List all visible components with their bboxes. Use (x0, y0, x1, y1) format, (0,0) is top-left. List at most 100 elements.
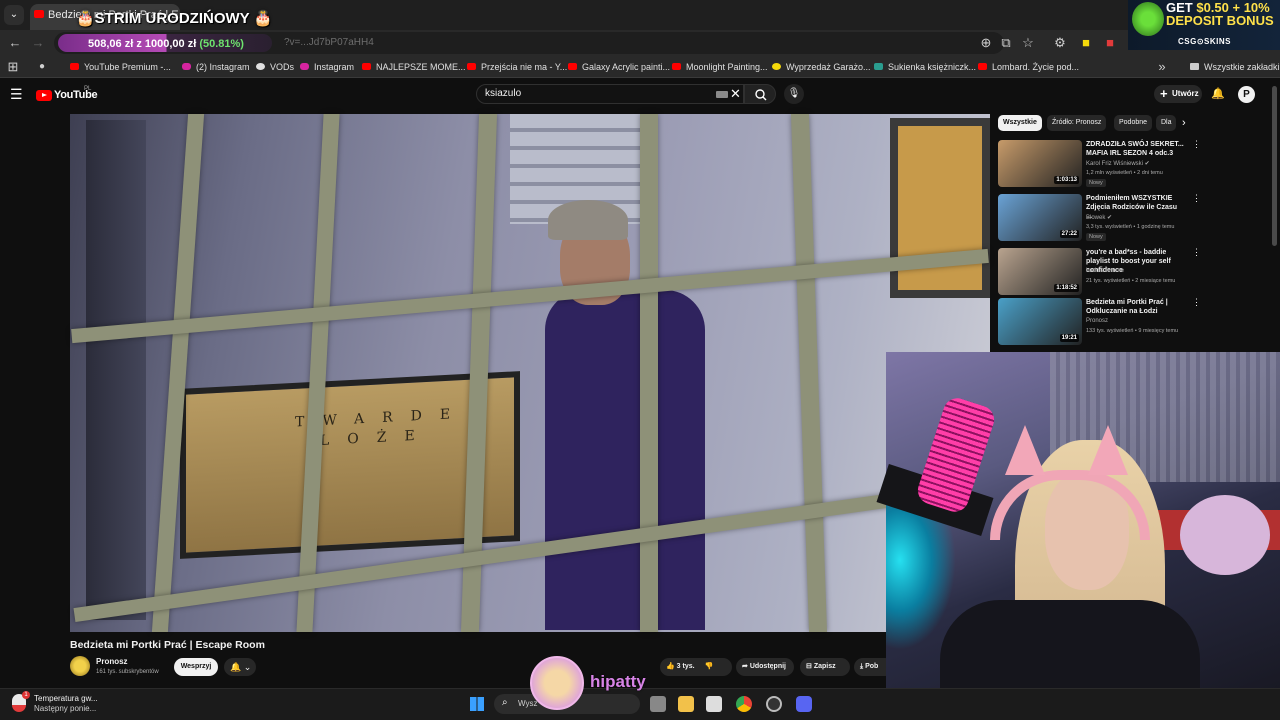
like-dislike-group[interactable]: 👍 3 tys. 👎 (660, 658, 732, 676)
video-cell-bars (70, 114, 990, 632)
taskbar-search-icon: ⌕ (502, 697, 508, 708)
filter-chip[interactable]: Dla (1156, 115, 1176, 131)
youtube-icon (672, 63, 681, 70)
bookmark-star-icon[interactable]: ☆ (1018, 30, 1038, 56)
zoom-icon[interactable]: ⊕ (976, 30, 996, 56)
bookmark-item[interactable]: (2) Instagram (182, 56, 250, 78)
video-thumbnail[interactable]: 19:21 (998, 298, 1082, 345)
bookmark-label: Przejścia nie ma - Y... (481, 62, 568, 72)
recommended-meta: 133 tys. wyświetleń • 9 miesięcy temu (1086, 328, 1179, 334)
channel-name[interactable]: Pronosz (96, 657, 128, 666)
bookmark-item[interactable]: Galaxy Acrylic painti... (568, 56, 670, 78)
subscribe-bell-button[interactable]: 🔔 ⌄ (224, 658, 256, 676)
video-duration: 1:03:13 (1054, 176, 1079, 184)
discord-icon[interactable] (796, 696, 812, 712)
forward-arrow-icon[interactable]: → (28, 30, 48, 56)
bookmark-item[interactable]: NAJLEPSZE MOME... (362, 56, 466, 78)
bookmark-item[interactable]: Sukienka księżniczk... (874, 56, 976, 78)
notifications-bell-icon[interactable]: 🔔 (1210, 86, 1226, 102)
apps-grid-icon[interactable]: ⊞ (3, 54, 23, 80)
bookmark-label: VODs (270, 62, 295, 72)
filter-chip[interactable]: Podobne (1114, 115, 1153, 131)
file-explorer-icon[interactable] (678, 696, 694, 712)
support-button[interactable]: Wesprzyj (174, 658, 218, 676)
clear-search-icon[interactable]: ✕ (730, 86, 741, 102)
webcam-plush-toy (1180, 495, 1270, 575)
task-view-icon[interactable] (650, 696, 666, 712)
bookmark-item[interactable]: Moonlight Painting... (672, 56, 768, 78)
download-label: Pob (865, 663, 879, 670)
tab-search-button[interactable]: ⌄ (4, 5, 24, 25)
extension-red-icon[interactable]: ■ (1100, 30, 1120, 56)
thumbs-up-icon[interactable]: 👍 (666, 663, 675, 670)
extension-icon[interactable]: ⚙ (1050, 30, 1070, 56)
video-thumbnail[interactable]: 1:18:52 (998, 248, 1082, 295)
share-button[interactable]: ➦ Udostępnij (736, 658, 794, 676)
bookmark-item[interactable]: YouTube Premium -... (70, 56, 171, 78)
share-label: Udostępnij (749, 663, 786, 670)
recommended-meta: 3,3 tys. wyświetleń • 1 godzinę temu (1086, 224, 1175, 230)
video-duration: 27:22 (1059, 230, 1079, 238)
chips-next-icon[interactable]: › (1182, 117, 1186, 129)
create-button[interactable]: Utwórz (1154, 85, 1202, 103)
recommended-channel[interactable]: Pronosz (1086, 318, 1108, 324)
save-label: Zapisz (813, 663, 836, 670)
streamer-name-overlay: hipatty (590, 672, 646, 691)
recommended-video[interactable]: 27:22 Podmieniłem WSZYSTKIE Zdjęcia Rodzi… (998, 194, 1201, 242)
chrome-icon[interactable] (736, 696, 752, 712)
ad-character-image (1132, 2, 1164, 36)
more-options-icon[interactable]: ⋮ (1192, 140, 1201, 149)
filter-chip[interactable]: Wszystkie (998, 115, 1042, 131)
new-badge: Nowy (1086, 233, 1106, 241)
weather-widget-title[interactable]: Temperatura gw... (34, 694, 98, 703)
recommended-channel[interactable]: Blowek ✔ (1086, 214, 1112, 221)
youtube-icon (978, 63, 987, 70)
bookmark-item[interactable]: VODs (256, 56, 294, 78)
thumbs-down-icon[interactable]: 👎 (705, 663, 714, 670)
bookmark-item[interactable]: Wyprzedaż Garażo... (772, 56, 870, 78)
recommended-channel[interactable]: Karol Friz Wiśniewski ✔ (1086, 160, 1150, 167)
filter-chip[interactable]: Źródło: Pronosz (1047, 115, 1107, 131)
account-avatar[interactable]: P (1238, 86, 1255, 103)
recommended-video[interactable]: 1:03:13 ZDRADZIŁA SWÓJ SEKRET... MAFIA IR… (998, 140, 1201, 188)
weather-widget-subtitle[interactable]: Następny ponie... (34, 704, 96, 713)
all-bookmarks-button[interactable]: Wszystkie zakładki (1190, 56, 1280, 78)
cast-icon[interactable]: ⧉ (996, 30, 1016, 56)
keyboard-icon[interactable] (716, 91, 728, 98)
bookmark-item[interactable]: Instagram (300, 56, 354, 78)
goal-percent: (50.81%) (199, 38, 244, 50)
search-button[interactable] (744, 84, 776, 104)
vinted-icon (874, 63, 883, 70)
recommended-channel[interactable]: baddie femme (1086, 268, 1124, 274)
video-thumbnail[interactable]: 27:22 (998, 194, 1082, 241)
youtube-icon (70, 63, 79, 70)
search-input[interactable]: ksiazulo (476, 84, 744, 104)
bookmark-item[interactable]: Przejścia nie ma - Y... (467, 56, 567, 78)
back-arrow-icon[interactable]: ← (5, 30, 25, 56)
more-options-icon[interactable]: ⋮ (1192, 248, 1201, 257)
voice-search-button[interactable]: 🎙 (784, 84, 804, 104)
store-icon[interactable] (706, 696, 722, 712)
video-thumbnail[interactable]: 1:03:13 (998, 140, 1082, 187)
yellow-dot-icon (772, 63, 781, 70)
more-options-icon[interactable]: ⋮ (1192, 194, 1201, 203)
bookmark-label: YouTube Premium -... (84, 62, 171, 72)
youtube-logo-icon[interactable] (36, 90, 52, 101)
bookmarks-overflow-icon[interactable]: » (1152, 54, 1172, 80)
recommended-video[interactable]: 19:21 Bedzieta mi Portki Prać | Odkluczan… (998, 298, 1201, 346)
windows-start-icon[interactable] (470, 697, 484, 711)
page-scrollbar[interactable] (1272, 86, 1277, 246)
hamburger-menu-icon[interactable]: ☰ (10, 86, 26, 102)
recommended-title[interactable]: Bedzieta mi Portki Prać | Odkluczanie na… (1086, 298, 1184, 316)
recommended-title[interactable]: ZDRADZIŁA SWÓJ SEKRET... MAFIA IRL SEZON… (1086, 140, 1184, 158)
bookmark-item[interactable]: Lombard. Życie pod... (978, 56, 1079, 78)
save-button[interactable]: ⊟ Zapisz (800, 658, 850, 676)
channel-avatar[interactable] (70, 656, 90, 676)
steam-icon[interactable] (766, 696, 782, 712)
github-icon[interactable]: ● (32, 54, 52, 80)
more-options-icon[interactable]: ⋮ (1192, 298, 1201, 307)
extension-yellow-icon[interactable]: ■ (1076, 30, 1096, 56)
all-bookmarks-label: Wszystkie zakładki (1204, 62, 1280, 72)
channel-subscribers: 161 tys. subskrybentów (96, 669, 159, 675)
recommended-video[interactable]: 1:18:52 you're a bad*ss - baddie playlist… (998, 248, 1201, 296)
